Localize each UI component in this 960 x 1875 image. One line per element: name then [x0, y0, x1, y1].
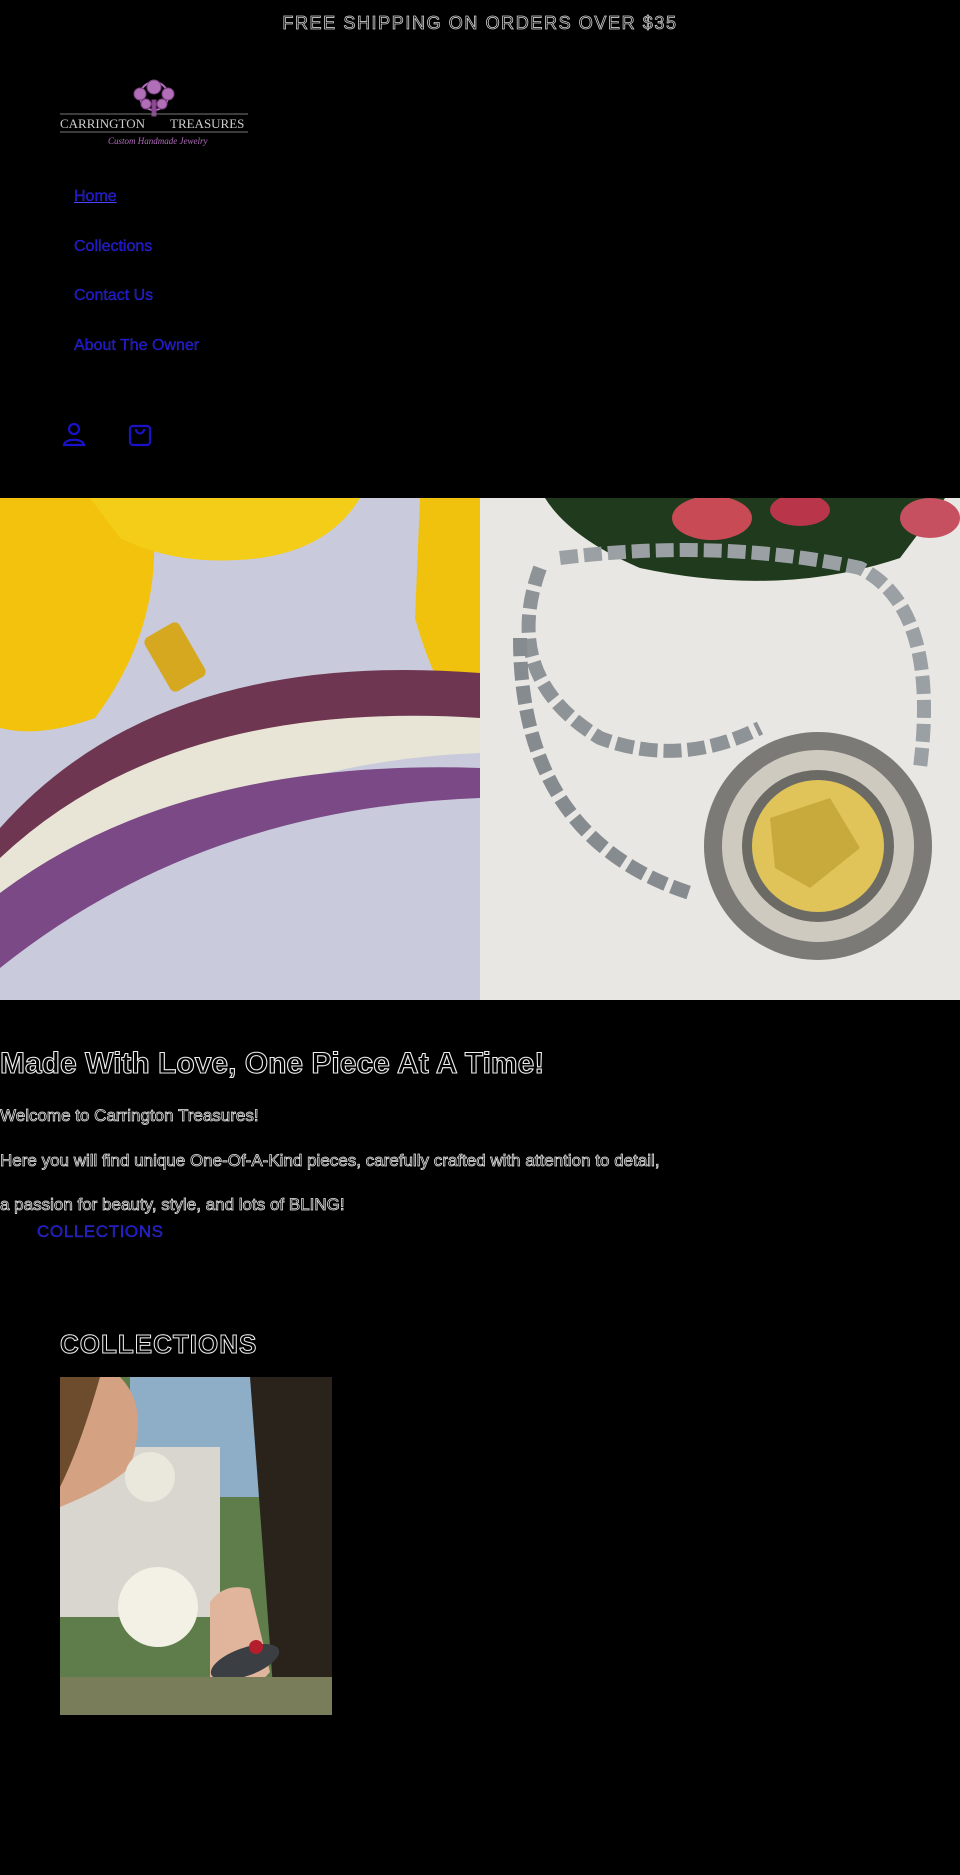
collection-card-image	[60, 1377, 332, 1715]
nav-contact-us[interactable]: Contact Us	[74, 271, 199, 321]
nav-about-owner[interactable]: About The Owner	[74, 321, 199, 371]
nav-collections[interactable]: Collections	[74, 222, 199, 272]
hero-text-description: Here you will find unique One-Of-A-Kind …	[0, 1151, 660, 1171]
hero-banner	[0, 498, 960, 1000]
collections-cta-link[interactable]: COLLECTIONS	[37, 1217, 164, 1247]
logo-text-left: CARRINGTON	[60, 116, 146, 131]
cart-icon[interactable]	[126, 420, 156, 450]
collections-section-title: COLLECTIONS	[59, 1328, 258, 1359]
logo-text-right: TREASURES	[170, 116, 244, 131]
store-logo[interactable]: CARRINGTON TREASURES Custom Handmade Jew…	[60, 78, 248, 150]
nav-home[interactable]: Home	[74, 172, 199, 222]
main-nav: Home Collections Contact Us About The Ow…	[74, 172, 199, 370]
announcement-bar: FREE SHIPPING ON ORDERS OVER $35	[282, 13, 678, 34]
logo-tagline: Custom Handmade Jewelry	[108, 136, 207, 146]
hero-text-bling: a passion for beauty, style, and lots of…	[0, 1195, 345, 1215]
hero-heading: Made With Love, One Piece At A Time!	[0, 1047, 545, 1081]
account-icon[interactable]	[60, 420, 90, 450]
collection-card[interactable]	[60, 1377, 332, 1715]
hero-text-welcome: Welcome to Carrington Treasures!	[0, 1106, 259, 1126]
